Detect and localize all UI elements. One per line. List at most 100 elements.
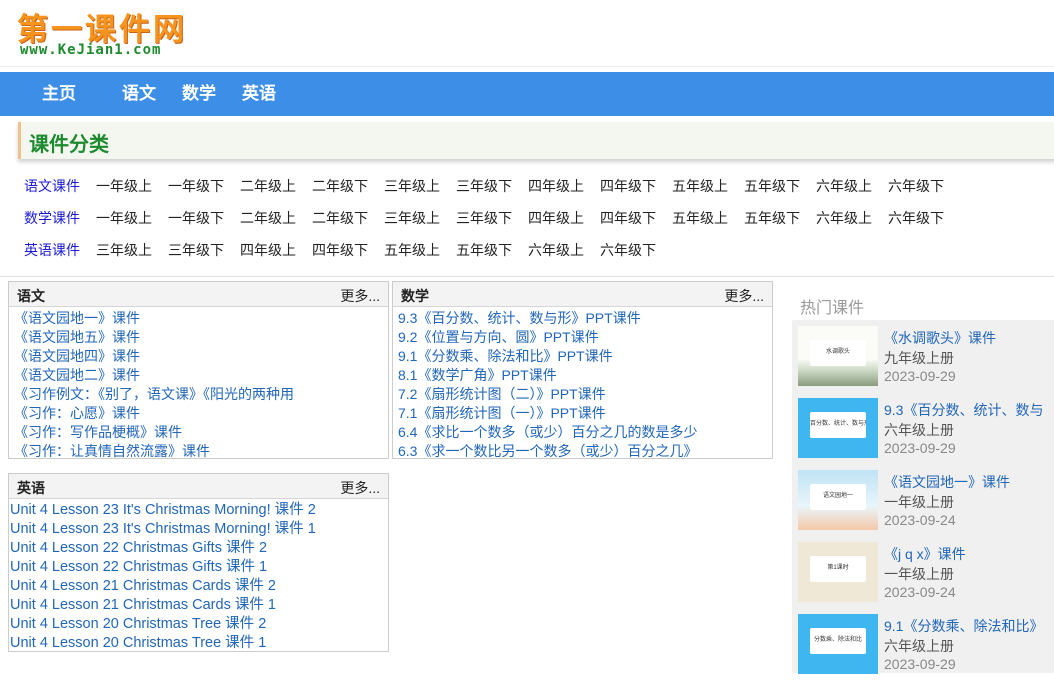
list-item[interactable]: 《语文园地五》课件	[9, 328, 388, 347]
grade-link[interactable]: 六年级上	[528, 240, 584, 260]
yingyu-panel-title: 英语	[17, 480, 45, 496]
grade-link[interactable]: 一年级上	[96, 208, 152, 228]
list-item[interactable]: Unit 4 Lesson 20 Christmas Tree 课件 2	[9, 615, 388, 634]
grade-link[interactable]: 六年级下	[888, 208, 944, 228]
yuwen-more-link[interactable]: 更多...	[340, 286, 380, 306]
grade-link[interactable]: 五年级下	[744, 208, 800, 228]
thumbnail-image[interactable]: 分数乘、除法和比	[798, 614, 878, 674]
grade-link[interactable]: 三年级下	[168, 240, 224, 260]
thumbnail-image[interactable]: 百分数、统计、数与形	[798, 398, 878, 458]
grade-link[interactable]: 五年级上	[672, 176, 728, 196]
list-item[interactable]: 《习作：让真情自然流露》课件	[9, 442, 388, 461]
grade-link[interactable]: 三年级下	[456, 208, 512, 228]
list-item[interactable]: 《习作：心愿》课件	[9, 404, 388, 423]
list-item[interactable]: 7.1《扇形统计图（一）》PPT课件	[393, 404, 772, 423]
grade-link[interactable]: 三年级上	[384, 176, 440, 196]
hot-item-title[interactable]: 《水调歌头》课件	[884, 328, 996, 348]
thumbnail-image[interactable]: 语文园地一	[798, 470, 878, 530]
grade-link[interactable]: 三年级上	[384, 208, 440, 228]
hot-item-date: 2023-09-29	[884, 656, 956, 672]
list-item[interactable]: Unit 4 Lesson 23 It's Christmas Morning!…	[9, 501, 388, 520]
list-item[interactable]: 《习作例文：《别了，语文课》《阳光的两种用	[9, 385, 388, 404]
grade-link[interactable]: 五年级上	[384, 240, 440, 260]
hot-item-title[interactable]: 《j q x》课件	[884, 544, 966, 564]
yuwen-list: 《语文园地一》课件 《语文园地五》课件 《语文园地四》课件 《语文园地二》课件 《习作例…	[9, 307, 388, 461]
shuxue-more-link[interactable]: 更多...	[724, 286, 764, 306]
yingyu-more-link[interactable]: 更多...	[340, 478, 380, 498]
grade-link[interactable]: 三年级下	[456, 176, 512, 196]
list-item[interactable]: 6.4《求比一个数多（或少）百分之几的数是多少	[393, 423, 772, 442]
grade-link[interactable]: 一年级上	[96, 176, 152, 196]
thumbnail-label: 第1课时	[827, 565, 849, 571]
list-item[interactable]: Unit 4 Lesson 23 It's Christmas Morning!…	[9, 520, 388, 539]
subject-link[interactable]: 英语课件	[24, 240, 80, 260]
grade-link[interactable]: 五年级下	[744, 176, 800, 196]
list-item[interactable]: 9.3《百分数、统计、数与形》PPT课件	[393, 309, 772, 328]
grade-link[interactable]: 四年级下	[600, 208, 656, 228]
yuwen-panel-title: 语文	[17, 288, 45, 304]
thumbnail-label: 语文园地一	[822, 493, 853, 499]
hot-item-grade: 六年级上册	[884, 638, 954, 654]
hot-item-grade: 六年级上册	[884, 422, 954, 438]
grade-link[interactable]: 四年级上	[528, 176, 584, 196]
hot-item-title[interactable]: 《语文园地一》课件	[884, 472, 1010, 492]
grade-link[interactable]: 二年级下	[312, 176, 368, 196]
list-item[interactable]: 9.1《分数乘、除法和比》PPT课件	[393, 347, 772, 366]
grade-link[interactable]: 二年级上	[240, 208, 296, 228]
hot-item[interactable]: 水调歌头 《水调歌头》课件 九年级上册 2023-09-29	[792, 320, 1054, 392]
grade-link[interactable]: 六年级上	[816, 176, 872, 196]
hot-item[interactable]: 第1课时 《j q x》课件 一年级上册 2023-09-24	[792, 536, 1054, 608]
nav-yingyu[interactable]: 英语	[242, 72, 276, 116]
grade-link[interactable]: 六年级下	[600, 240, 656, 260]
main-nav: 主页 语文 数学 英语	[0, 72, 1054, 116]
list-item[interactable]: Unit 4 Lesson 21 Christmas Cards 课件 1	[9, 596, 388, 615]
grade-link[interactable]: 二年级上	[240, 176, 296, 196]
subject-link[interactable]: 语文课件	[24, 176, 80, 196]
grade-link[interactable]: 三年级上	[96, 240, 152, 260]
hot-item-grade: 一年级上册	[884, 494, 954, 510]
grade-link[interactable]: 一年级下	[168, 176, 224, 196]
grade-link[interactable]: 六年级下	[888, 176, 944, 196]
category-header: 课件分类	[18, 122, 1054, 159]
grade-link[interactable]: 一年级下	[168, 208, 224, 228]
grade-link[interactable]: 四年级上	[240, 240, 296, 260]
nav-yuwen[interactable]: 语文	[122, 72, 156, 116]
list-item[interactable]: Unit 4 Lesson 22 Christmas Gifts 课件 1	[9, 558, 388, 577]
hot-item[interactable]: 百分数、统计、数与形 9.3《百分数、统计、数与 六年级上册 2023-09-29	[792, 392, 1054, 464]
subject-link[interactable]: 数学课件	[24, 208, 80, 228]
list-item[interactable]: 7.2《扇形统计图（二）》PPT课件	[393, 385, 772, 404]
grade-link[interactable]: 四年级下	[312, 240, 368, 260]
yuwen-panel: 语文 更多... 《语文园地一》课件 《语文园地五》课件 《语文园地四》课件 《语文园…	[8, 281, 389, 459]
list-item[interactable]: 《语文园地一》课件	[9, 309, 388, 328]
hot-item-title[interactable]: 9.1《分数乘、除法和比》	[884, 616, 1043, 636]
list-item[interactable]: 《语文园地二》课件	[9, 366, 388, 385]
list-item[interactable]: Unit 4 Lesson 22 Christmas Gifts 课件 2	[9, 539, 388, 558]
thumbnail-image[interactable]: 第1课时	[798, 542, 878, 602]
grade-link[interactable]: 六年级上	[816, 208, 872, 228]
grade-link[interactable]: 五年级下	[456, 240, 512, 260]
grade-link[interactable]: 二年级下	[312, 208, 368, 228]
hot-item-title[interactable]: 9.3《百分数、统计、数与	[884, 400, 1043, 420]
thumbnail-label: 分数乘、除法和比	[813, 637, 862, 643]
shuxue-panel-header: 数学 更多...	[393, 282, 772, 307]
nav-home[interactable]: 主页	[42, 72, 76, 116]
grade-link[interactable]: 四年级下	[600, 176, 656, 196]
yingyu-panel-header: 英语 更多...	[9, 474, 388, 499]
nav-shuxue[interactable]: 数学	[182, 72, 216, 116]
thumbnail-image[interactable]: 水调歌头	[798, 326, 878, 386]
category-title: 课件分类	[29, 134, 109, 156]
list-item[interactable]: 6.3《求一个数比另一个数多（或少）百分之几》	[393, 442, 772, 461]
list-item[interactable]: 《习作：写作品梗概》课件	[9, 423, 388, 442]
hot-item[interactable]: 语文园地一 《语文园地一》课件 一年级上册 2023-09-24	[792, 464, 1054, 536]
hot-item[interactable]: 分数乘、除法和比 9.1《分数乘、除法和比》六年级上册 2023-09-29	[792, 608, 1054, 680]
hot-item-grade: 一年级上册	[884, 566, 954, 582]
shuxue-panel: 数学 更多... 9.3《百分数、统计、数与形》PPT课件 9.2《位置与方向、圆…	[392, 281, 773, 459]
list-item[interactable]: Unit 4 Lesson 21 Christmas Cards 课件 2	[9, 577, 388, 596]
site-url[interactable]: www.KeJian1.com	[20, 42, 161, 58]
list-item[interactable]: 8.1《数学广角》PPT课件	[393, 366, 772, 385]
grade-link[interactable]: 四年级上	[528, 208, 584, 228]
grade-link[interactable]: 五年级上	[672, 208, 728, 228]
list-item[interactable]: Unit 4 Lesson 20 Christmas Tree 课件 1	[9, 634, 388, 653]
list-item[interactable]: 《语文园地四》课件	[9, 347, 388, 366]
list-item[interactable]: 9.2《位置与方向、圆》PPT课件	[393, 328, 772, 347]
